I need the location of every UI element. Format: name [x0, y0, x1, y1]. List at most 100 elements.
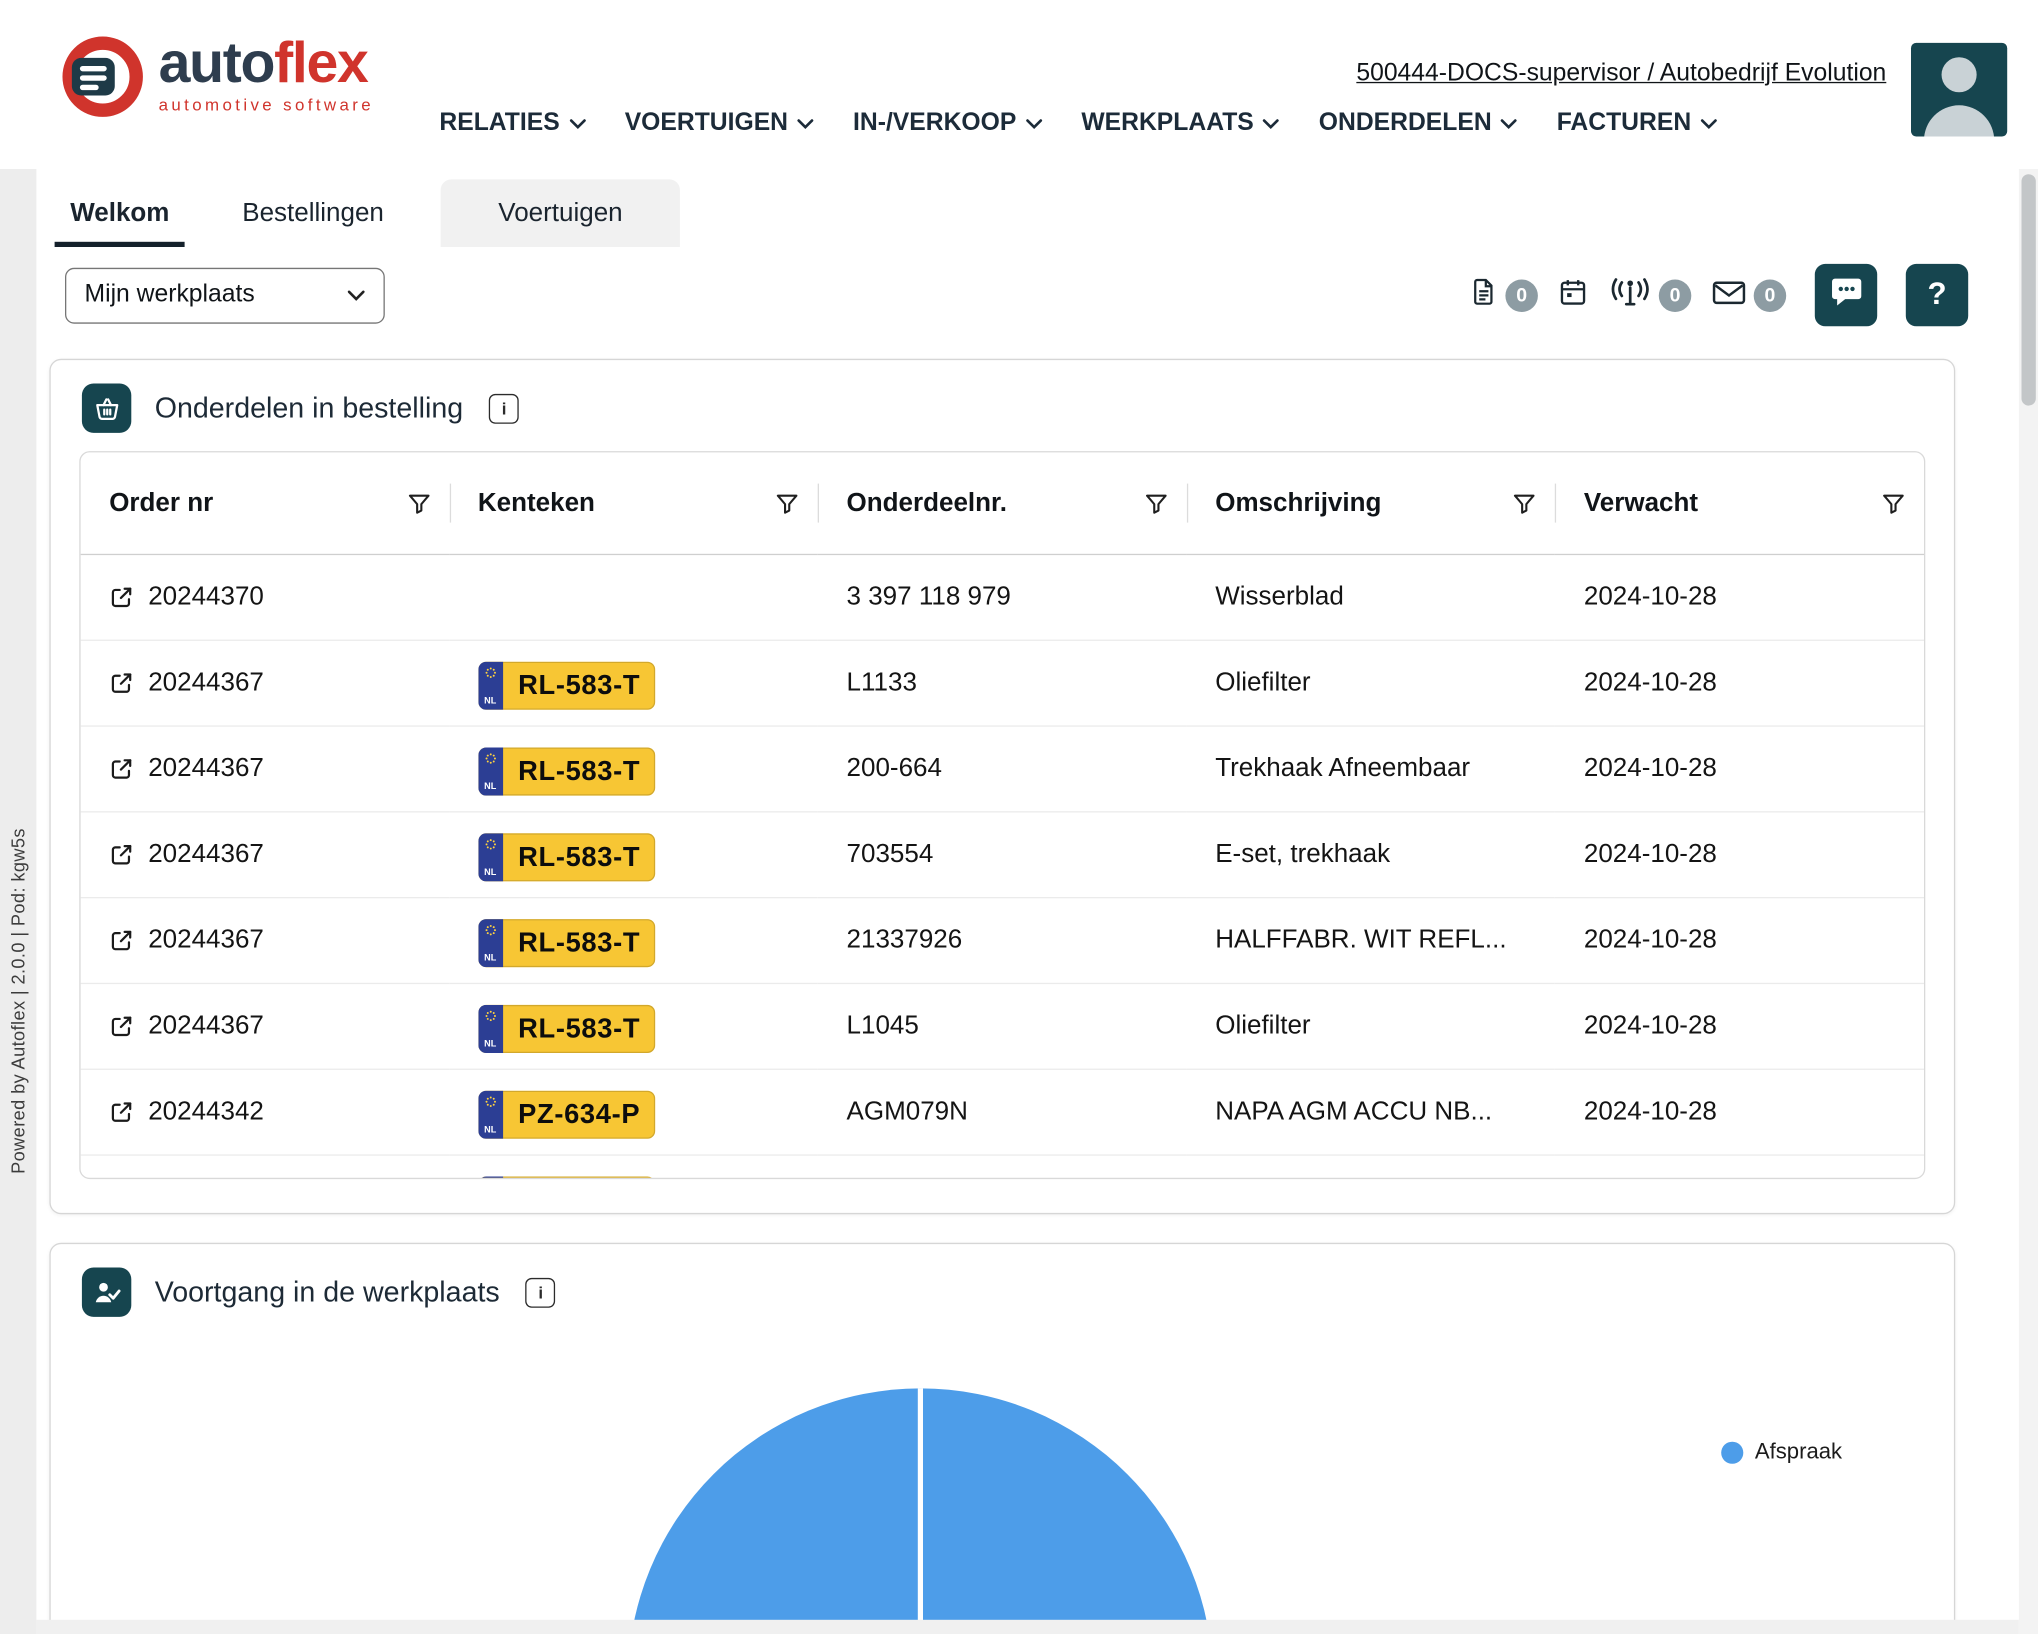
filter-funnel-icon[interactable] [1512, 491, 1537, 516]
signal-indicator[interactable]: 0 [1608, 275, 1691, 315]
order-number: 20244367 [148, 840, 264, 870]
signal-count-badge: 0 [1659, 279, 1692, 312]
plate-country: NL [484, 1126, 496, 1135]
plate-country: NL [484, 783, 496, 792]
vertical-scrollbar[interactable] [2019, 169, 2038, 1634]
parts-order-icon [82, 384, 131, 433]
filter-funnel-icon[interactable] [406, 491, 431, 516]
info-icon[interactable]: i [489, 393, 519, 423]
info-icon[interactable]: i [526, 1277, 556, 1307]
workshop-select[interactable]: Mijn werkplaats [65, 267, 385, 323]
open-order-icon[interactable] [109, 671, 134, 696]
calendar-button[interactable] [1557, 276, 1588, 314]
tab-voertuigen[interactable]: Voertuigen [441, 179, 680, 247]
horizontal-scrollbar[interactable] [36, 1620, 2018, 1634]
order-number: 20244367 [148, 926, 264, 956]
user-avatar[interactable] [1911, 43, 2007, 137]
order-number: 20244342 [148, 1097, 264, 1127]
table-row: 20244367 NL RL-583-T [81, 898, 1924, 984]
nav-menu-item[interactable]: IN-/VERKOOP [853, 109, 1042, 138]
part-number: 21337926 [847, 926, 963, 955]
autoflex-logo[interactable]: autoflex automotive software [60, 34, 374, 126]
open-order-icon[interactable] [109, 1014, 134, 1039]
logo-text: autoflex automotive software [159, 34, 374, 115]
open-order-icon[interactable] [109, 1100, 134, 1125]
orders-table-header-row: Order nr Kenteken Onderdeelnr. [81, 452, 1924, 554]
open-order-icon[interactable] [109, 842, 134, 867]
open-order-icon[interactable] [109, 585, 134, 610]
legend-label: Afspraak [1755, 1439, 1842, 1465]
logo-word-flex: flex [274, 31, 367, 95]
part-description: Wisserblad [1215, 582, 1344, 611]
powered-by-strip: Powered by Autoflex | 2.0.0 | Pod: kgw5s [0, 169, 36, 1634]
table-column-header: Order nr [81, 452, 450, 554]
documents-indicator[interactable]: 0 [1469, 276, 1538, 315]
nav-item-label: VOERTUIGEN [625, 109, 788, 138]
table-row: 20244342 NL PZ-634-P [81, 1155, 1924, 1179]
nav-item-label: WERKPLAATS [1081, 109, 1253, 138]
plate-eu-strip: NL [478, 919, 503, 967]
nav-menu-item[interactable]: WERKPLAATS [1081, 109, 1279, 138]
filter-funnel-icon[interactable] [775, 491, 800, 516]
part-description: Oliefilter [1215, 668, 1310, 697]
chat-button[interactable] [1815, 264, 1877, 326]
envelope-icon [1711, 278, 1747, 313]
license-plate-number: RL-583-T [503, 748, 656, 796]
nav-menu-item[interactable]: ONDERDELEN [1319, 109, 1518, 138]
column-label: Omschrijving [1215, 488, 1381, 518]
license-plate-number: PZ-634-P [503, 1177, 656, 1180]
chevron-down-icon [347, 289, 365, 301]
plate-country: NL [484, 697, 496, 706]
tab-welkom[interactable]: Welkom [42, 179, 198, 247]
order-number: 20244370 [148, 582, 264, 612]
eu-stars-icon [484, 838, 496, 850]
license-plate-number: RL-583-T [503, 662, 656, 710]
table-column-header: Onderdeelnr. [818, 452, 1187, 554]
documents-count-badge: 0 [1505, 279, 1538, 312]
antenna-signal-icon [1608, 275, 1652, 315]
toolbar-icons: 0 [1469, 264, 1968, 326]
license-plate: NL RL-583-T [478, 919, 656, 967]
license-plate: NL PZ-634-P [478, 1177, 656, 1180]
progress-card: Voortgang in de werkplaats i Afspraak [49, 1243, 1955, 1634]
chat-bubble-icon [1828, 274, 1863, 316]
account-link[interactable]: 500444-DOCS-supervisor / Autobedrijf Evo… [1356, 60, 1886, 89]
orders-table: Order nr Kenteken Onderdeelnr. [79, 451, 1925, 1179]
nav-menu-item[interactable]: RELATIES [439, 109, 585, 138]
chevron-down-icon [569, 118, 586, 130]
table-column-header: Kenteken [449, 452, 818, 554]
nav-menu-item[interactable]: VOERTUIGEN [625, 109, 814, 138]
order-number: 20244367 [148, 754, 264, 784]
orders-card-title: Onderdelen in bestelling [155, 391, 463, 425]
eu-stars-icon [484, 924, 496, 936]
legend-dot [1721, 1441, 1743, 1463]
open-order-icon[interactable] [109, 928, 134, 953]
open-order-icon[interactable] [109, 757, 134, 782]
part-description: Trekhaak Afneembaar [1215, 754, 1470, 783]
part-number: L1133 [847, 668, 917, 697]
plate-eu-strip: NL [478, 833, 503, 881]
license-plate-number: RL-583-T [503, 833, 656, 881]
help-button[interactable]: ? [1906, 264, 1968, 326]
column-label: Onderdeelnr. [847, 488, 1007, 518]
column-label: Order nr [109, 488, 213, 518]
table-row: 20244367 NL RL-583-T [81, 726, 1924, 812]
plate-country: NL [484, 868, 496, 877]
expected-date: 2024-10-28 [1584, 754, 1717, 783]
eu-stars-icon [484, 1096, 496, 1108]
filter-funnel-icon[interactable] [1881, 491, 1906, 516]
plate-eu-strip: NL [478, 748, 503, 796]
column-label: Verwacht [1584, 488, 1698, 518]
chart-legend[interactable]: Afspraak [1721, 1439, 1842, 1465]
column-label: Kenteken [478, 488, 595, 518]
chevron-down-icon [1025, 118, 1042, 130]
license-plate-number: RL-583-T [503, 919, 656, 967]
license-plate: NL RL-583-T [478, 1005, 656, 1053]
chevron-down-icon [1501, 118, 1518, 130]
part-number: L1045 [847, 1011, 919, 1040]
vertical-scrollbar-thumb[interactable] [2021, 174, 2035, 405]
mail-indicator[interactable]: 0 [1711, 278, 1786, 313]
nav-menu-item[interactable]: FACTUREN [1557, 109, 1717, 138]
tab-bestellingen[interactable]: Bestellingen [214, 179, 413, 247]
filter-funnel-icon[interactable] [1144, 491, 1169, 516]
